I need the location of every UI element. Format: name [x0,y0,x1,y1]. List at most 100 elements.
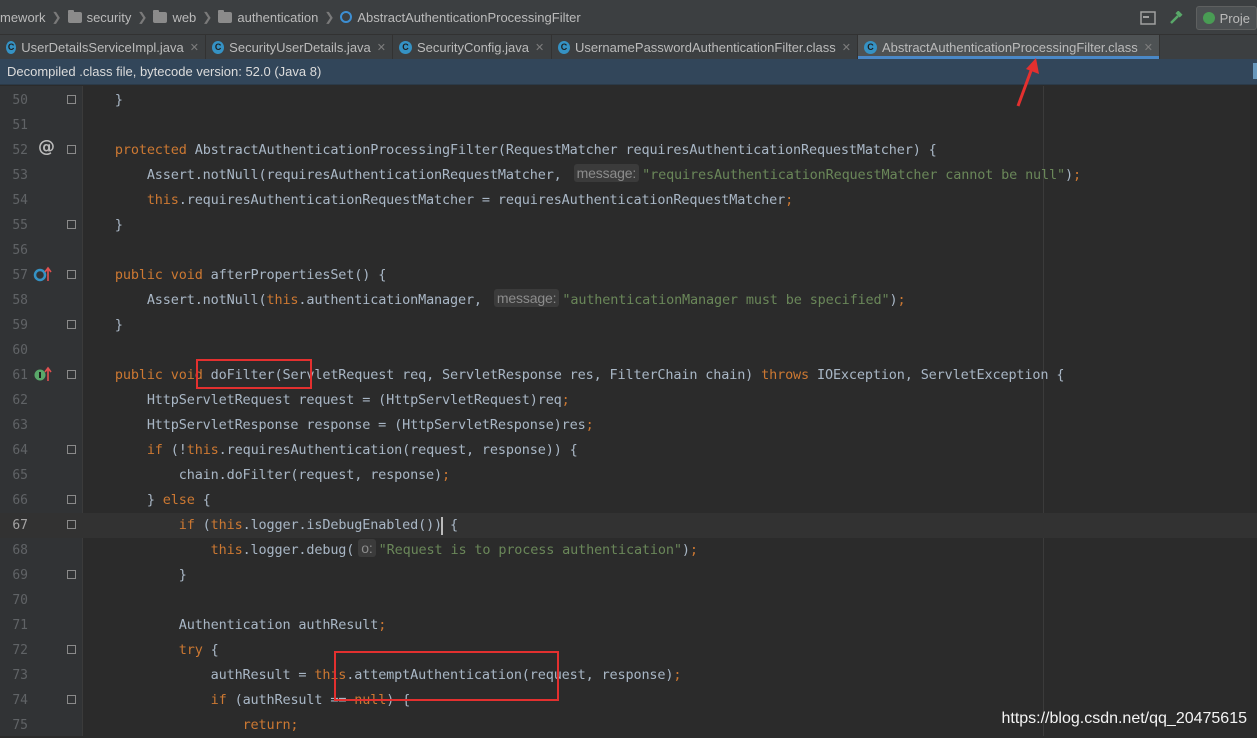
fold-marker-icon[interactable] [67,645,76,654]
fold-marker-icon[interactable] [67,445,76,454]
code-line[interactable]: 63 HttpServletResponse response = (HttpS… [0,413,1257,438]
chevron-right-icon: ❯ [202,10,213,24]
breadcrumb-item-web[interactable]: web [153,9,196,25]
code-text: } [83,567,187,583]
code-line[interactable]: 50 } [0,88,1257,113]
fold-marker-icon[interactable] [67,270,76,279]
code-line[interactable]: 52 protected AbstractAuthenticationProce… [0,138,1257,163]
breadcrumb-item-authentication[interactable]: authentication [218,9,318,25]
chevron-right-icon: ❯ [137,10,148,24]
run-configuration-button[interactable]: Proje [1195,6,1257,30]
implement-icon[interactable] [33,365,53,385]
code-line[interactable]: 60 [0,338,1257,363]
editor-tabs: C UserDetailsServiceImpl.java ✕ C Securi… [0,35,1257,59]
terminal-icon[interactable] [1139,11,1156,25]
code-line[interactable]: 70 [0,588,1257,613]
line-number: 66 [12,493,28,508]
line-number: 74 [12,693,28,708]
navigation-bar: mework ❯ security ❯ web ❯ authentication… [0,0,1257,35]
java-class-icon: C [212,40,225,54]
decompiled-info-banner: Decompiled .class file, bytecode version… [0,59,1257,85]
line-number: 68 [12,543,28,558]
code-line[interactable]: 64 if (!this.requiresAuthentication(requ… [0,438,1257,463]
code-line[interactable]: 65 chain.doFilter(request, response); [0,463,1257,488]
close-icon[interactable]: ✕ [190,41,199,54]
folder-icon [218,9,233,23]
code-line[interactable]: 58 Assert.notNull(this.authenticationMan… [0,288,1257,313]
tab-securityconfig[interactable]: C SecurityConfig.java ✕ [393,35,552,59]
line-number: 71 [12,618,28,633]
breadcrumb-item-framework[interactable]: mework [0,10,46,25]
code-line[interactable]: 59 } [0,313,1257,338]
close-icon[interactable]: ✕ [842,41,851,54]
code-text: chain.doFilter(request, response); [83,467,450,483]
class-icon [340,11,353,23]
tab-usernamepasswordauthenticationfilter[interactable]: C UsernamePasswordAuthenticationFilter.c… [552,35,858,59]
line-number: 59 [12,318,28,333]
code-line[interactable]: 73 authResult = this.attemptAuthenticati… [0,663,1257,688]
line-number: 50 [12,93,28,108]
line-number: 63 [12,418,28,433]
line-number: 72 [12,643,28,658]
annotation-at-icon: @ [38,137,55,157]
fold-marker-icon[interactable] [67,95,76,104]
code-line[interactable]: 71 Authentication authResult; [0,613,1257,638]
fold-marker-icon[interactable] [67,320,76,329]
line-number: 73 [12,668,28,683]
line-number: 75 [12,718,28,733]
code-line[interactable]: 55 } [0,213,1257,238]
code-text: Assert.notNull(requiresAuthenticationReq… [83,164,1081,183]
fold-marker-icon[interactable] [67,370,76,379]
parameter-hint: message: [493,289,560,307]
line-number: 52 [12,143,28,158]
code-line[interactable]: 69 } [0,563,1257,588]
close-icon[interactable]: ✕ [1144,41,1153,54]
code-line[interactable]: 53 Assert.notNull(requiresAuthentication… [0,163,1257,188]
scroll-marker [1253,63,1257,79]
build-hammer-icon[interactable] [1168,11,1184,25]
code-text: try { [178,642,219,658]
code-line[interactable]: 57 public void afterPropertiesSet() { [0,263,1257,288]
line-number: 70 [12,593,28,608]
code-line[interactable]: 66 } else { [0,488,1257,513]
code-text: HttpServletResponse response = (HttpServ… [83,417,594,433]
code-text: public void afterPropertiesSet() { [114,267,387,283]
tab-userdetailsserviceimpl[interactable]: C UserDetailsServiceImpl.java ✕ [0,35,206,59]
code-text: HttpServletRequest request = (HttpServle… [83,392,570,408]
fold-marker-icon[interactable] [67,520,76,529]
breadcrumb: mework ❯ security ❯ web ❯ authentication… [0,0,581,34]
compiled-class-icon: C [558,40,570,54]
code-line[interactable]: 68 this.logger.debug(o: "Request is to pr… [0,538,1257,563]
code-editor[interactable]: 50 } 51 52 protected AbstractAuthenticat… [0,86,1257,736]
close-icon[interactable]: ✕ [535,41,544,54]
chevron-right-icon: ❯ [324,10,335,24]
fold-marker-icon[interactable] [67,695,76,704]
breadcrumb-item-security[interactable]: security [67,9,131,25]
code-line[interactable]: 72 try { [0,638,1257,663]
code-text: } else { [83,492,211,508]
breadcrumb-item-class[interactable]: AbstractAuthenticationProcessingFilter [340,10,581,25]
code-text: Assert.notNull(this.authenticationManage… [83,289,906,308]
fold-marker-icon[interactable] [67,570,76,579]
code-line[interactable]: 56 [0,238,1257,263]
code-line[interactable]: 62 HttpServletRequest request = (HttpSer… [0,388,1257,413]
run-config-icon [1202,12,1215,24]
folder-icon [153,9,168,23]
fold-marker-icon[interactable] [67,220,76,229]
override-icon[interactable] [33,265,53,285]
code-line[interactable]: 54 this.requiresAuthenticationRequestMat… [0,188,1257,213]
code-text: } [83,92,123,108]
close-icon[interactable]: ✕ [377,41,386,54]
text-caret [441,517,443,535]
fold-marker-icon[interactable] [67,145,76,154]
code-line[interactable]: 61 public void doFilter(ServletRequest r… [0,363,1257,388]
annotation-arrow-icon [1016,58,1039,107]
tab-securityuserdetails[interactable]: C SecurityUserDetails.java ✕ [206,35,393,59]
code-line-current[interactable]: 67 if (this.logger.isDebugEnabled()) { [0,513,1257,538]
code-line[interactable]: 51 [0,113,1257,138]
parameter-hint: message: [573,164,640,182]
line-number: 57 [12,268,28,283]
code-text: Authentication authResult; [83,617,387,633]
line-number: 65 [12,468,28,483]
fold-marker-icon[interactable] [67,495,76,504]
